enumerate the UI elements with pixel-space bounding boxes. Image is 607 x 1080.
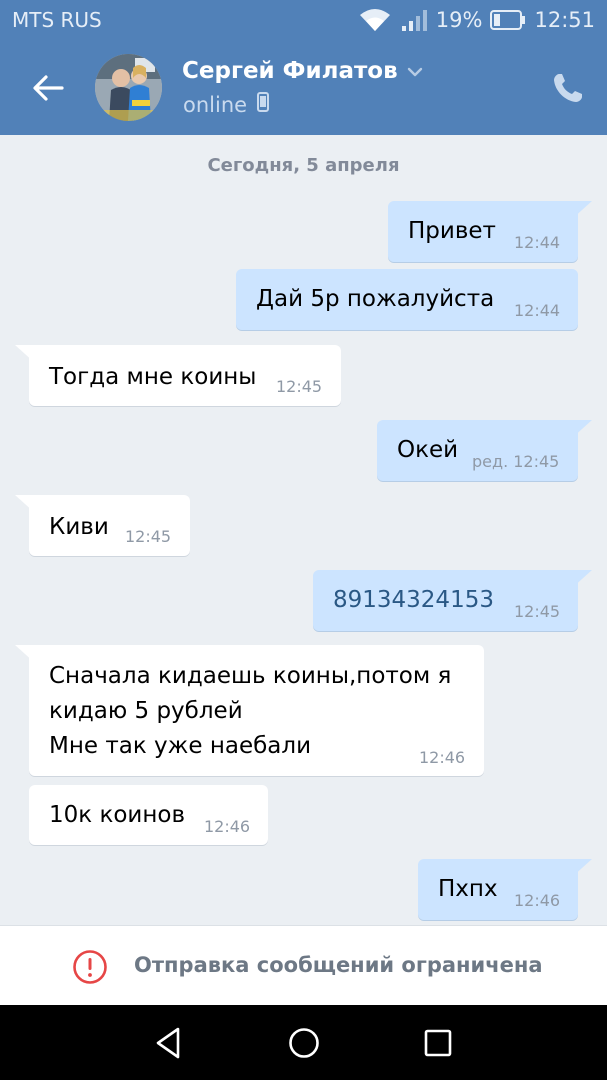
message-text: 10к коинов	[49, 802, 186, 828]
phone-number-link[interactable]: 89134324153	[333, 583, 494, 617]
message-text-line: Мне так уже наебали	[49, 733, 312, 759]
bubble-tail	[572, 420, 592, 438]
nav-recents-icon[interactable]	[418, 1023, 458, 1063]
message-text: Тогда мне коины	[49, 364, 257, 390]
signal-icon	[400, 8, 428, 32]
presence-row: online	[183, 92, 270, 117]
message-time: 12:44	[514, 233, 561, 252]
presence-status: online	[183, 92, 248, 117]
message-text-line: Сначала кидаешь коины,потом я	[49, 663, 452, 689]
message-bubble-outgoing[interactable]: Привет 12:44	[388, 201, 592, 262]
warning-icon	[72, 949, 108, 985]
bubble-tail	[572, 201, 592, 219]
date-separator: Сегодня, 5 апреля	[207, 155, 400, 176]
carrier-label: MTS RUS	[12, 8, 102, 32]
message-bubble-outgoing[interactable]: Окей ред. 12:45	[377, 420, 592, 481]
message-text: Окей	[397, 437, 459, 463]
status-right: 19% 12:51	[358, 7, 595, 33]
message-bubble-incoming[interactable]: Тогда мне коины 12:45	[15, 345, 341, 406]
contact-name-row[interactable]: Сергей Филатов	[182, 58, 424, 84]
message-bubble-outgoing[interactable]: 89134324153 12:45	[313, 570, 592, 631]
system-navigation-bar	[0, 1005, 607, 1080]
message-time: 12:44	[514, 301, 561, 320]
message-bubble-incoming[interactable]: 10к коинов 12:46	[29, 785, 268, 845]
back-arrow-icon[interactable]	[28, 68, 68, 108]
battery-percent: 19%	[435, 8, 483, 32]
nav-home-icon[interactable]	[284, 1023, 324, 1063]
avatar[interactable]	[95, 54, 162, 121]
nav-back-icon[interactable]	[150, 1023, 190, 1063]
chevron-down-icon	[406, 58, 424, 84]
mobile-device-icon	[257, 92, 270, 117]
phone-call-icon[interactable]	[550, 70, 586, 106]
battery-icon	[490, 9, 526, 31]
status-bar: MTS RUS 19% 12:51	[0, 0, 607, 40]
message-bubble-incoming[interactable]: Сначала кидаешь коины,потом я кидаю 5 ру…	[15, 645, 484, 776]
message-text: Киви	[49, 514, 109, 540]
message-bubble-incoming[interactable]: Киви 12:45	[15, 495, 190, 556]
restriction-message: Отправка сообщений ограничена	[134, 953, 543, 977]
message-time: 12:45	[125, 527, 172, 546]
wifi-icon	[358, 7, 392, 33]
message-time: 12:46	[204, 817, 251, 836]
message-text: Пхпх	[438, 876, 498, 902]
message-text: Дай 5р пожалуйста	[256, 286, 495, 312]
message-time: 12:45	[514, 602, 561, 621]
message-time: 12:46	[514, 891, 561, 910]
bubble-tail	[572, 570, 592, 588]
message-bubble-outgoing[interactable]: Дай 5р пожалуйста 12:44	[236, 269, 578, 330]
message-time: 12:45	[276, 377, 323, 396]
message-text: Привет	[408, 218, 496, 244]
message-bubble-outgoing[interactable]: Пхпх 12:46	[418, 859, 592, 920]
clock: 12:51	[534, 8, 595, 32]
message-text-line: кидаю 5 рублей	[49, 698, 243, 724]
contact-name: Сергей Филатов	[182, 58, 398, 84]
bubble-tail	[572, 859, 592, 877]
bubble-tail	[15, 645, 35, 663]
message-time: ред. 12:45	[472, 452, 560, 471]
messaging-restricted-bar: Отправка сообщений ограничена	[0, 925, 607, 1005]
bubble-tail	[15, 495, 35, 513]
bubble-tail	[15, 345, 35, 363]
message-time: 12:46	[419, 748, 466, 767]
message-list[interactable]: Сегодня, 5 апреля Привет 12:44 Дай 5р по…	[0, 135, 607, 925]
chat-header: Сергей Филатов online	[0, 40, 607, 135]
